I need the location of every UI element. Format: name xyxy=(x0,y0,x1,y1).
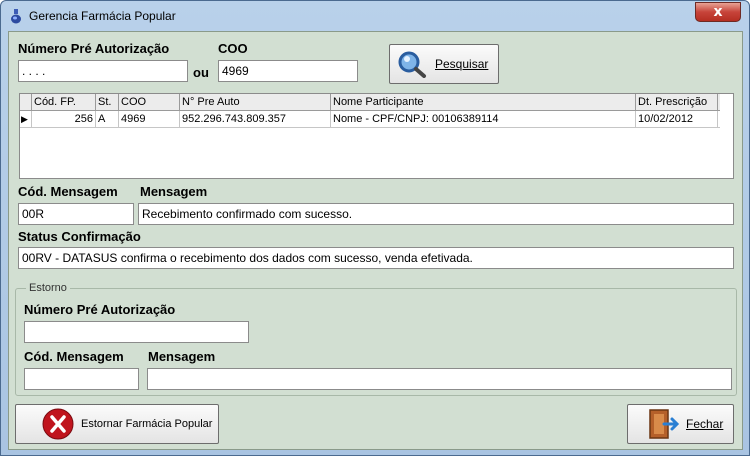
results-grid[interactable]: Cód. FP. St. COO N° Pre Auto Nome Partic… xyxy=(19,93,734,179)
mensagem-field[interactable]: Recebimento confirmado com sucesso. xyxy=(138,203,734,225)
numero-pre-autorizacao-input[interactable]: . . . . xyxy=(18,60,188,82)
main-window: Gerencia Farmácia Popular x Número Pré A… xyxy=(0,0,750,456)
estorno-group: Estorno Número Pré Autorização Cód. Mens… xyxy=(15,282,737,396)
cell-nome-participante[interactable]: Nome - CPF/CNPJ: 00106389114 xyxy=(331,111,636,128)
estorno-numero-label: Número Pré Autorização xyxy=(24,302,176,317)
grid-indicator-header xyxy=(20,94,32,111)
fechar-button[interactable]: Fechar xyxy=(627,404,734,444)
col-dt-prescricao[interactable]: Dt. Prescrição xyxy=(636,94,718,111)
coo-input[interactable]: 4969 xyxy=(218,60,358,82)
cod-mensagem-label: Cód. Mensagem xyxy=(18,184,118,199)
mensagem-label: Mensagem xyxy=(140,184,208,199)
magnifier-icon xyxy=(398,51,426,78)
fechar-label: Fechar xyxy=(686,417,724,431)
coo-label: COO xyxy=(218,41,248,56)
cancel-icon xyxy=(42,408,74,440)
cell-coo[interactable]: 4969 xyxy=(119,111,180,128)
row-indicator-icon: ▶ xyxy=(20,111,32,128)
estornar-farmacia-popular-button[interactable]: Estornar Farmácia Popular xyxy=(15,404,219,444)
ou-label: ou xyxy=(193,65,209,80)
cell-cod-fp[interactable]: 256 xyxy=(32,111,96,128)
estornar-label: Estornar Farmácia Popular xyxy=(81,418,213,430)
form-area: Número Pré Autorização . . . . ou COO 49… xyxy=(8,31,743,450)
estorno-mensagem-label: Mensagem xyxy=(148,349,216,364)
close-icon: x xyxy=(713,4,723,20)
estorno-cod-mensagem-field[interactable] xyxy=(24,368,139,390)
pesquisar-label: Pesquisar xyxy=(435,57,489,71)
col-nome-participante[interactable]: Nome Participante xyxy=(331,94,636,111)
flask-icon xyxy=(11,9,21,24)
grid-header: Cód. FP. St. COO N° Pre Auto Nome Partic… xyxy=(20,94,720,111)
estorno-mensagem-field[interactable] xyxy=(147,368,732,390)
estorno-legend: Estorno xyxy=(26,282,70,294)
exit-door-icon xyxy=(649,409,680,439)
title-bar[interactable]: Gerencia Farmácia Popular x xyxy=(1,1,749,31)
estorno-numero-input[interactable] xyxy=(24,321,249,343)
col-coo[interactable]: COO xyxy=(119,94,180,111)
col-n-pre-auto[interactable]: N° Pre Auto xyxy=(180,94,331,111)
table-row[interactable]: ▶ 256 A 4969 952.296.743.809.357 Nome - … xyxy=(20,111,720,128)
window-title: Gerencia Farmácia Popular xyxy=(29,9,176,23)
estorno-cod-mensagem-label: Cód. Mensagem xyxy=(24,349,124,364)
close-button[interactable]: x xyxy=(695,2,741,22)
status-confirmacao-field[interactable]: 00RV - DATASUS confirma o recebimento do… xyxy=(18,247,734,269)
numero-pre-autorizacao-label: Número Pré Autorização xyxy=(18,41,170,56)
col-st[interactable]: St. xyxy=(96,94,119,111)
cod-mensagem-field[interactable]: 00R xyxy=(18,203,134,225)
cell-st[interactable]: A xyxy=(96,111,119,128)
status-confirmacao-label: Status Confirmação xyxy=(18,229,141,244)
cell-n-pre-auto[interactable]: 952.296.743.809.357 xyxy=(180,111,331,128)
cell-dt-prescricao[interactable]: 10/02/2012 xyxy=(636,111,718,128)
col-cod-fp[interactable]: Cód. FP. xyxy=(32,94,96,111)
pesquisar-button[interactable]: Pesquisar xyxy=(389,44,499,84)
